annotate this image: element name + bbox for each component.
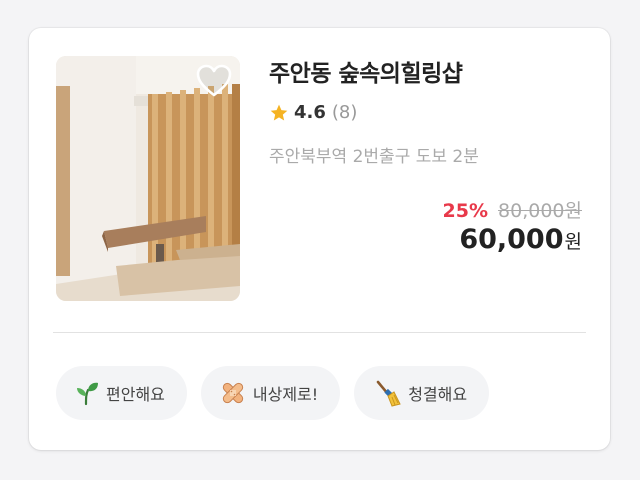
tag-label: 청결해요 — [408, 385, 468, 404]
rating-value: 4.6 — [294, 102, 326, 123]
star-icon — [270, 104, 288, 120]
sale-price-value: 60,000 — [459, 224, 564, 255]
tag-label: 내상제로! — [252, 385, 319, 404]
divider — [53, 332, 586, 333]
tag-comfortable[interactable]: 편안해요 — [56, 366, 187, 420]
heart-icon[interactable] — [196, 64, 232, 98]
shop-card[interactable]: 주안동 숲속의힐링샵 4.6 (8) 주안북부역 2번출구 도보 2분 25% … — [29, 28, 610, 450]
rating-row: 4.6 (8) — [269, 102, 357, 123]
shop-title[interactable]: 주안동 숲속의힐링샵 — [269, 54, 463, 88]
tag-label: 편안해요 — [106, 385, 165, 404]
shop-photo[interactable] — [56, 56, 240, 301]
review-tags: 편안해요 내상제로! 청결해요 — [56, 366, 503, 420]
price-discount-row: 25% 80,000원 — [443, 196, 582, 223]
discount-rate: 25% — [442, 200, 489, 222]
bandage-icon — [222, 382, 244, 404]
sprout-icon — [77, 382, 98, 406]
sale-price: 60,000 원 — [459, 224, 582, 255]
review-count: (8) — [331, 102, 358, 123]
tag-no-injury[interactable]: 내상제로! — [200, 366, 341, 420]
broom-icon — [376, 380, 401, 407]
original-price: 80,000원 — [498, 200, 582, 222]
sale-price-unit: 원 — [564, 231, 582, 253]
tag-clean[interactable]: 청결해요 — [354, 366, 490, 420]
location-text: 주안북부역 2번출구 도보 2분 — [269, 147, 479, 167]
